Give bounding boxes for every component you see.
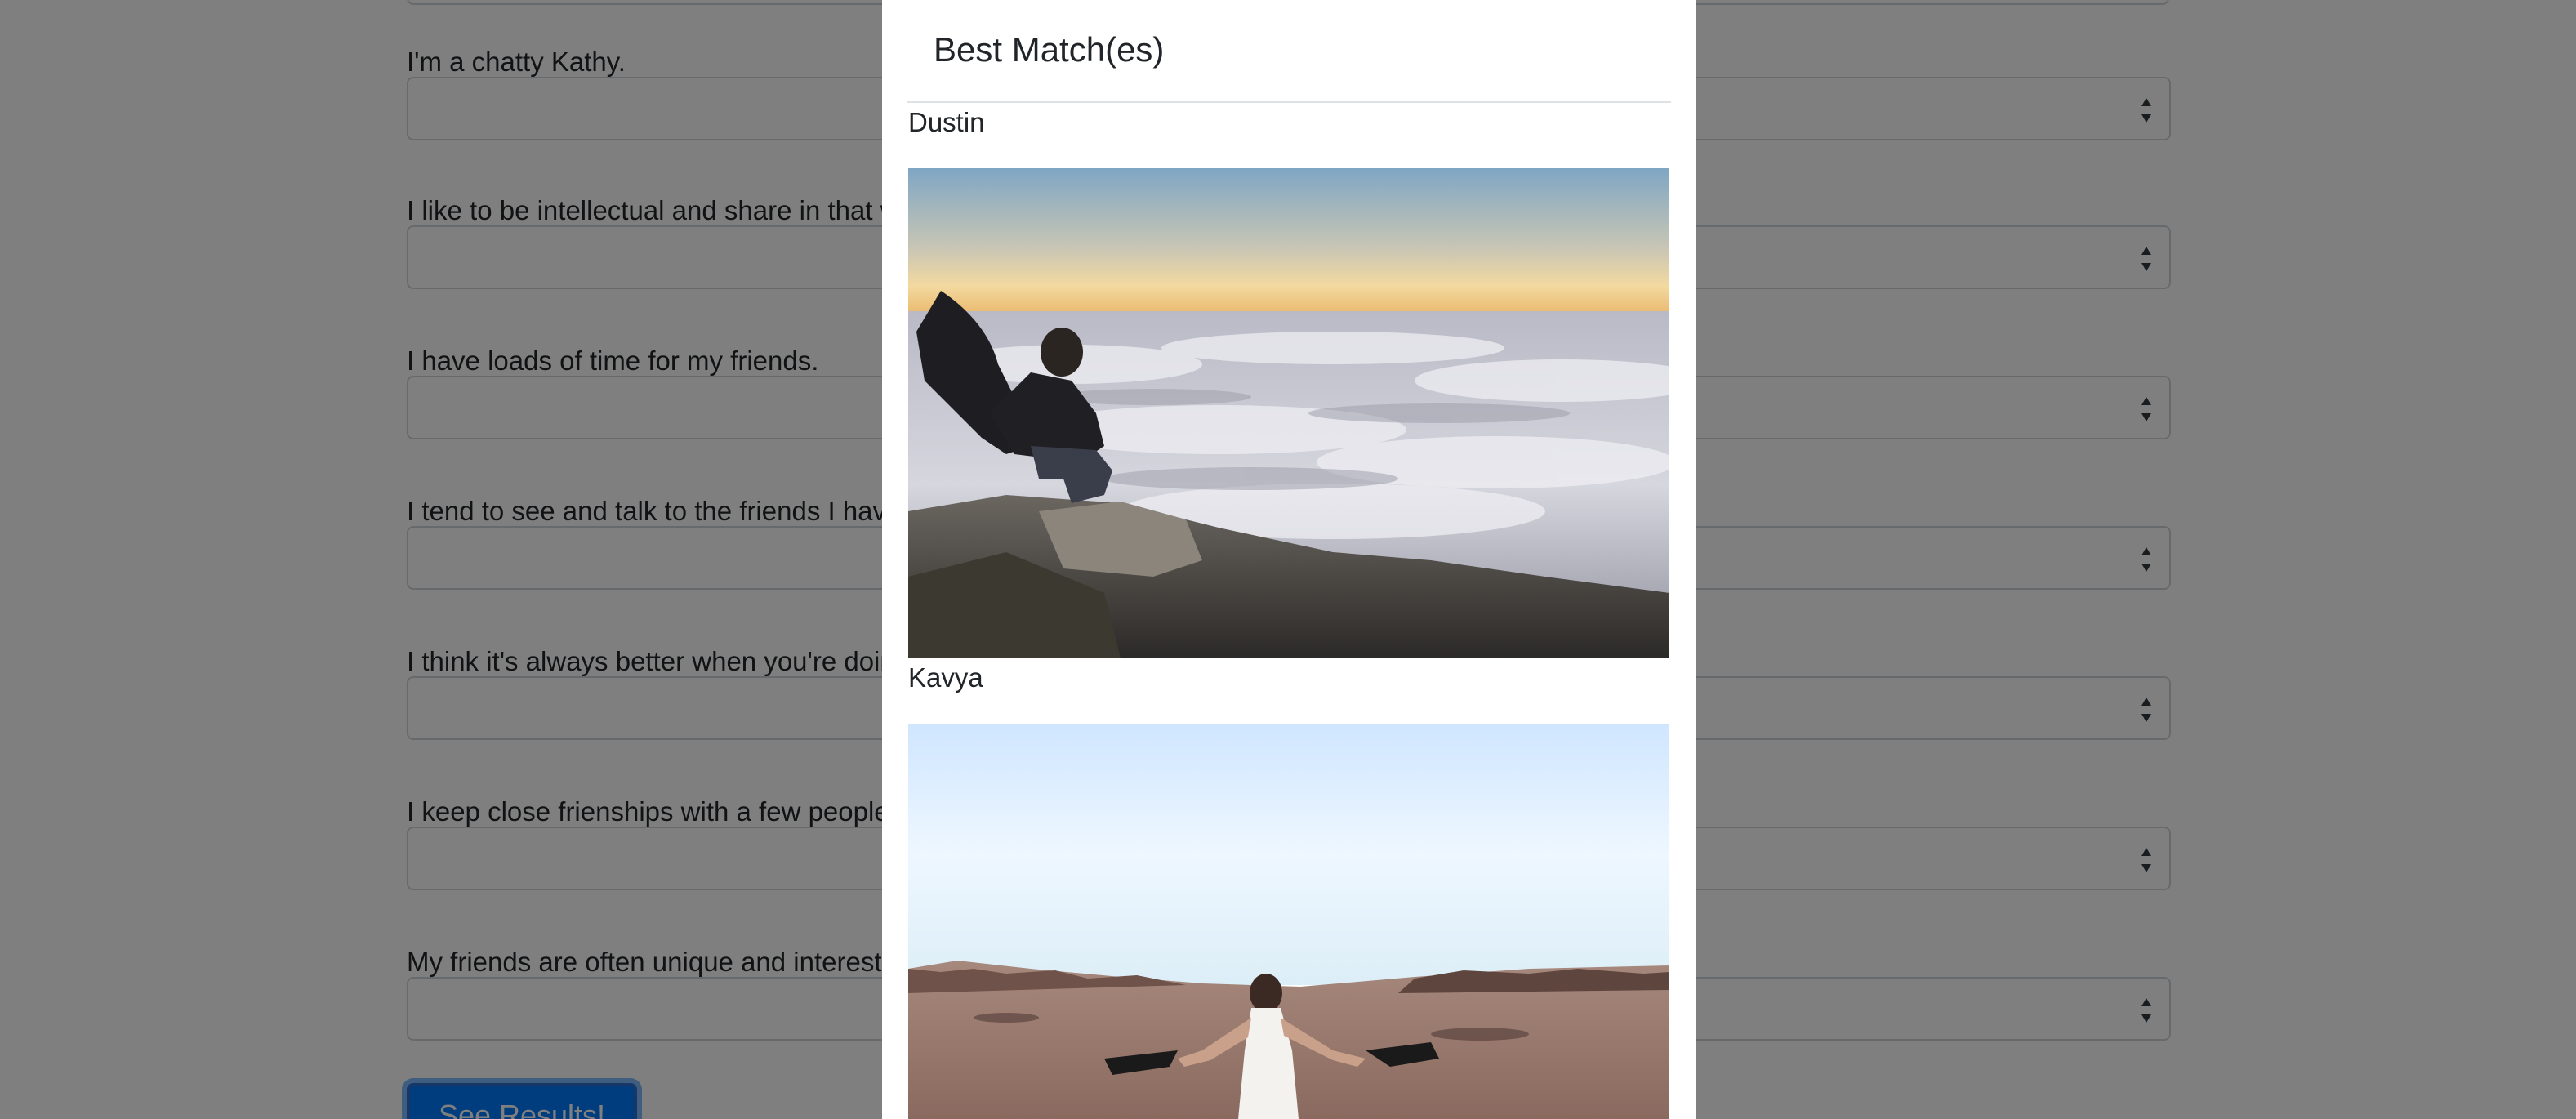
match-photo: [908, 168, 1669, 658]
desert-dancer-photo: [908, 724, 1669, 1119]
match-name: Kavya: [908, 662, 983, 693]
modal-divider: [907, 101, 1671, 103]
match-photo: [908, 724, 1669, 1119]
clouds-cliff-photo: [908, 168, 1669, 658]
best-match-modal: Best Match(es) Dustin Kavya: [882, 0, 1696, 1119]
modal-header: Best Match(es): [882, 0, 1696, 101]
match-name: Dustin: [908, 107, 985, 137]
page: I'm a chatty Kathy. I like to be intelle…: [0, 0, 2576, 1119]
modal-title: Best Match(es): [934, 30, 1165, 69]
